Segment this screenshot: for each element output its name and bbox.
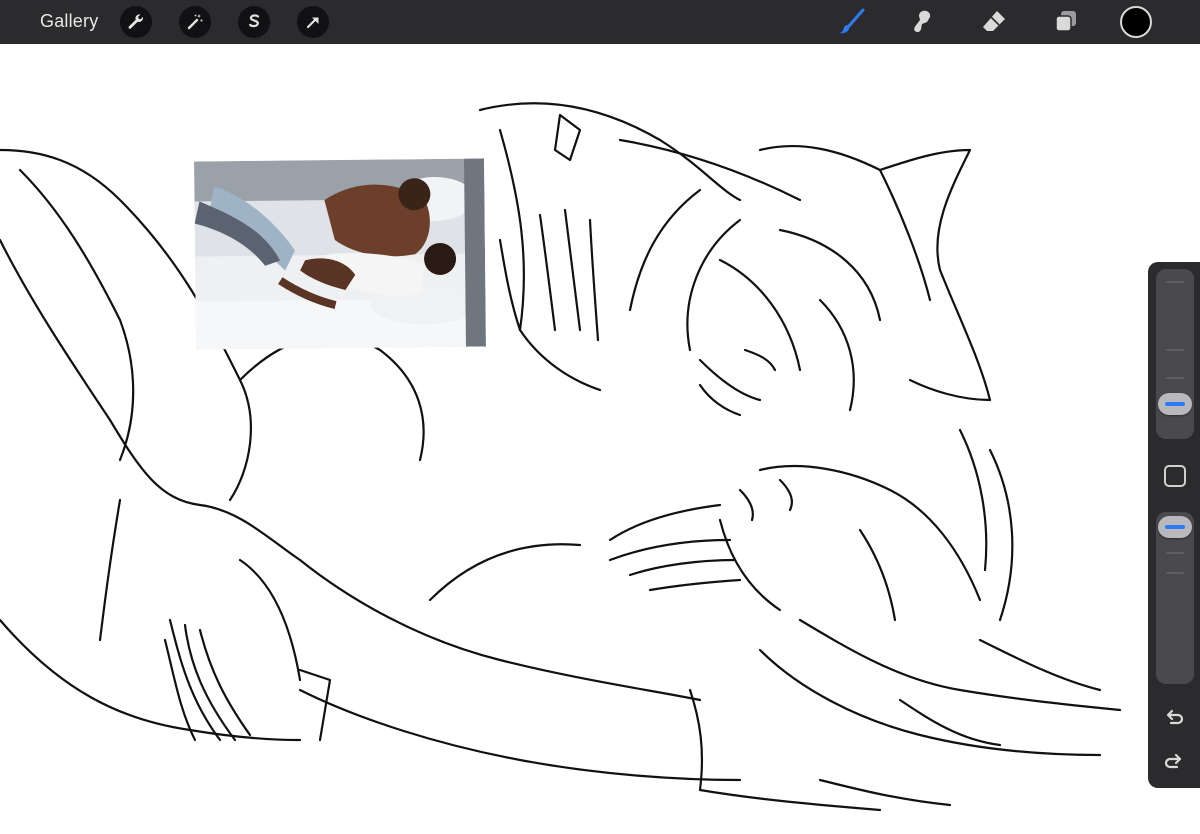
slider-tick <box>1166 281 1184 283</box>
selection-button[interactable] <box>238 6 270 38</box>
brush-size-slider[interactable] <box>1156 269 1194 439</box>
arrow-cursor-icon <box>306 17 319 29</box>
color-picker-button[interactable] <box>1120 6 1152 38</box>
reference-photo-image <box>194 158 486 350</box>
slider-tick <box>1166 572 1184 574</box>
eraser-tool-button[interactable] <box>978 6 1010 38</box>
slider-tick <box>1166 552 1184 554</box>
layers-icon <box>1055 11 1076 32</box>
brush-tool-button[interactable] <box>835 6 867 38</box>
eraser-icon <box>983 11 1005 31</box>
magic-wand-icon <box>187 14 203 30</box>
slider-tick <box>1166 377 1184 379</box>
redo-button[interactable] <box>1162 750 1186 774</box>
redo-icon <box>1164 753 1182 769</box>
selection-s-icon <box>249 14 260 28</box>
wrench-icon <box>128 14 144 29</box>
undo-icon <box>1166 709 1184 725</box>
drawing-canvas[interactable] <box>0 44 1200 834</box>
opacity-knob[interactable] <box>1158 516 1192 538</box>
smudge-icon <box>914 10 931 33</box>
adjustments-button[interactable] <box>179 6 211 38</box>
opacity-slider[interactable] <box>1156 512 1194 684</box>
top-toolbar: Gallery <box>0 0 1200 44</box>
brush-size-knob[interactable] <box>1158 393 1192 415</box>
smudge-tool-button[interactable] <box>906 6 938 38</box>
brush-icon <box>839 8 865 34</box>
reference-photo[interactable] <box>194 158 486 350</box>
layers-tool-button[interactable] <box>1050 6 1082 38</box>
actions-button[interactable] <box>120 6 152 38</box>
slider-tick <box>1166 349 1184 351</box>
gallery-button[interactable]: Gallery <box>40 11 98 32</box>
transform-button[interactable] <box>297 6 329 38</box>
right-sidebar <box>1148 262 1200 788</box>
modify-button[interactable] <box>1164 465 1186 487</box>
undo-button[interactable] <box>1162 706 1186 730</box>
line-art-sketch <box>0 102 1122 812</box>
